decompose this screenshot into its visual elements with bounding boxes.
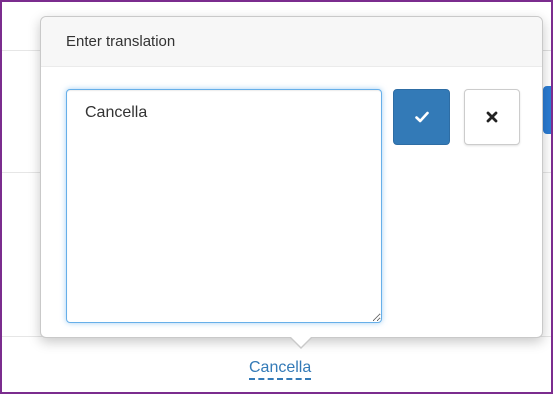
popover-title: Enter translation	[41, 17, 542, 67]
cancel-button[interactable]	[464, 89, 520, 145]
background-button-edge	[543, 86, 551, 134]
close-icon	[486, 111, 498, 123]
screenshot-frame: Enter translation Cancella Cancella	[0, 0, 553, 394]
editable-translation-link[interactable]: Cancella	[249, 358, 312, 380]
popover-arrow	[289, 336, 313, 349]
background-divider	[2, 50, 40, 51]
translation-textarea[interactable]: Cancella	[66, 89, 382, 323]
translation-popover: Enter translation Cancella	[40, 16, 543, 349]
check-icon	[414, 111, 429, 123]
submit-button[interactable]	[393, 89, 450, 145]
